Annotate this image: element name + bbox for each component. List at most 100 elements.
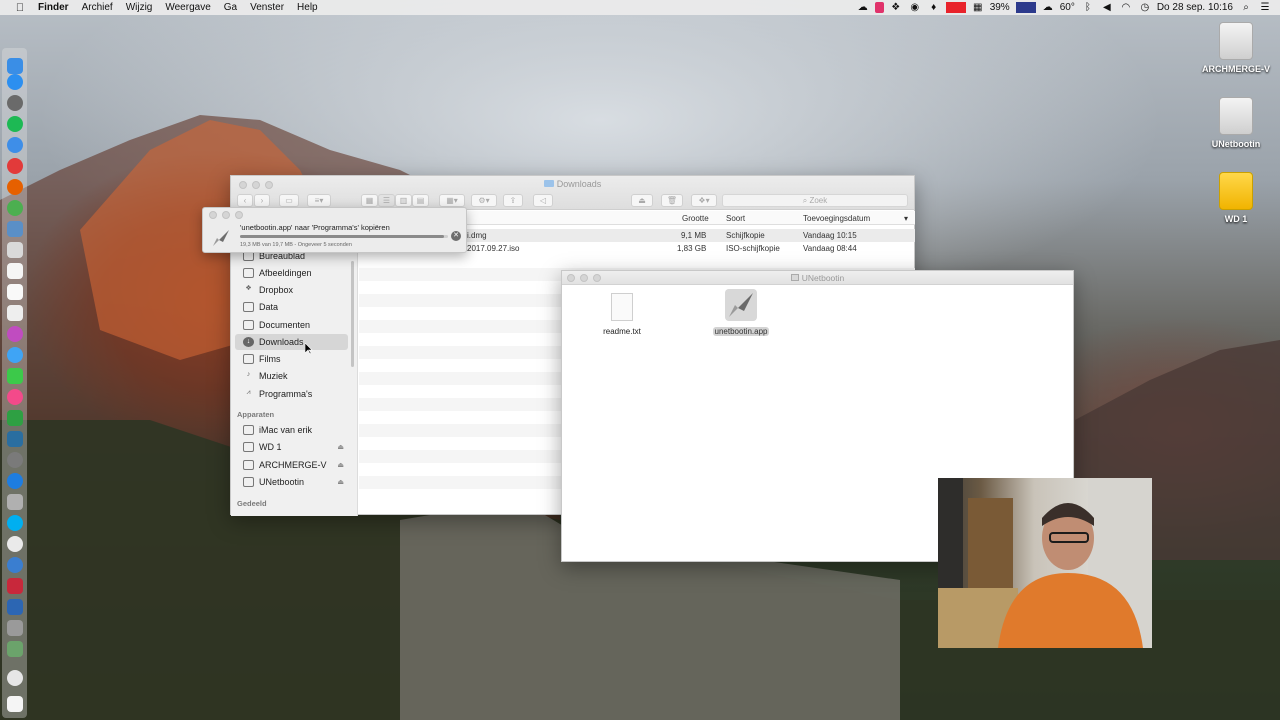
textedit-icon[interactable] <box>7 305 23 321</box>
launchpad-icon[interactable] <box>7 95 23 111</box>
time-machine-icon[interactable]: ◷ <box>1138 2 1152 13</box>
printer-icon[interactable] <box>7 494 23 510</box>
file-readme[interactable]: readme.txt <box>587 293 657 336</box>
colorsync-icon[interactable] <box>7 326 23 342</box>
menu-venster[interactable]: Venster <box>250 2 284 13</box>
messages-icon[interactable] <box>7 347 23 363</box>
notes-icon[interactable] <box>7 284 23 300</box>
wifi-icon[interactable]: ◠ <box>1119 2 1133 13</box>
trash-icon[interactable] <box>7 696 23 712</box>
eject-icon[interactable]: ⏏ <box>337 478 344 486</box>
file-unetbootin-app[interactable]: unetbootin.app <box>706 289 776 337</box>
itunes-icon[interactable] <box>7 389 23 405</box>
menu-finder[interactable]: Finder <box>38 2 69 13</box>
column-header-date[interactable]: Toevoegingsdatum <box>803 214 870 223</box>
apple-menu-icon[interactable]:  <box>12 2 28 14</box>
sidebar-item-data[interactable]: Data <box>235 299 348 315</box>
teamviewer-icon[interactable] <box>7 473 23 489</box>
action-gear-button[interactable]: ⚙▾ <box>471 194 497 207</box>
cloud-icon[interactable]: ☁ <box>856 2 870 13</box>
bluetooth-icon[interactable]: ᛒ <box>1081 2 1095 13</box>
vivaldi-icon[interactable] <box>7 158 23 174</box>
downloads-stack-icon[interactable] <box>7 670 23 686</box>
arrange-button[interactable]: ≡▾ <box>307 194 331 207</box>
spotify-icon[interactable] <box>7 116 23 132</box>
temperature[interactable]: 60° <box>1060 2 1075 13</box>
sidebar-item-documenten[interactable]: Documenten <box>235 317 348 333</box>
menu-archief[interactable]: Archief <box>82 2 113 13</box>
sidebar-item-archmerge[interactable]: ARCHMERGE-V ⏏ <box>235 457 348 473</box>
sidebar-item-dropbox[interactable]: ❖ Dropbox <box>235 282 348 298</box>
group-button[interactable]: ▦▾ <box>439 194 465 207</box>
sidebar-item-afbeeldingen[interactable]: Afbeeldingen <box>235 265 348 281</box>
camtasia-icon[interactable] <box>7 410 23 426</box>
sidebar-item-downloads[interactable]: ↓ Downloads <box>235 334 348 350</box>
volume-icon[interactable]: ◀ <box>1100 2 1114 13</box>
sort-chevron-icon[interactable]: ▾ <box>904 214 908 223</box>
tags-button[interactable]: ◁ <box>533 194 553 207</box>
sidebar-item-muziek[interactable]: ♪ Muziek <box>235 368 348 384</box>
forward-button[interactable]: › <box>254 194 270 207</box>
parallels-icon[interactable] <box>7 578 23 594</box>
dropbox-button[interactable]: ❖▾ <box>691 194 717 207</box>
menu-weergave[interactable]: Weergave <box>165 2 210 13</box>
sync-icon[interactable]: ◉ <box>908 2 922 13</box>
safari-icon[interactable] <box>7 137 23 153</box>
sidebar-item-wd1[interactable]: WD 1 ⏏ <box>235 439 348 455</box>
unetbootin-dock-icon[interactable] <box>7 536 23 552</box>
menu-wijzig[interactable]: Wijzig <box>126 2 153 13</box>
battery-percent[interactable]: 39% <box>990 2 1010 13</box>
eject-icon[interactable]: ⏏ <box>337 443 344 451</box>
calendar-icon[interactable] <box>7 263 23 279</box>
menu-help[interactable]: Help <box>297 2 318 13</box>
dropbox-icon[interactable]: ❖ <box>889 2 903 13</box>
column-header-size[interactable]: Grootte <box>682 214 709 223</box>
chrome-icon[interactable] <box>7 200 23 216</box>
desktop-icon-unetbootin[interactable]: UNetbootin <box>1201 97 1271 149</box>
cpu-meter-icon[interactable] <box>945 2 966 13</box>
utility-icon[interactable] <box>7 641 23 657</box>
new-folder-button[interactable]: ▭ <box>279 194 299 207</box>
zoom-button[interactable] <box>235 211 243 219</box>
firefox-icon[interactable] <box>7 179 23 195</box>
minimize-button[interactable] <box>222 211 230 219</box>
system-preferences-icon[interactable] <box>7 452 23 468</box>
cancel-copy-button[interactable]: ✕ <box>451 231 461 241</box>
back-button[interactable]: ‹ <box>237 194 253 207</box>
icon-view-button[interactable]: ▦ <box>361 194 378 207</box>
preview-icon[interactable] <box>7 221 23 237</box>
spotlight-icon[interactable]: ⌕ <box>1239 2 1253 13</box>
photos-icon[interactable] <box>7 242 23 258</box>
desktop-icon-archmerge[interactable]: ARCHMERGE-V <box>1201 22 1271 74</box>
menu-ga[interactable]: Ga <box>224 2 237 13</box>
shield-icon[interactable]: ♦ <box>927 2 941 13</box>
record-icon[interactable] <box>874 2 884 13</box>
eject-icon[interactable]: ⏏ <box>337 461 344 469</box>
sidebar-scrollbar[interactable] <box>351 261 354 367</box>
delete-button[interactable]: 🗑 <box>661 194 683 207</box>
app-store-icon[interactable] <box>7 74 23 90</box>
column-view-button[interactable]: ▥ <box>395 194 412 207</box>
sidebar-item-films[interactable]: Films <box>235 351 348 367</box>
facetime-icon[interactable] <box>7 368 23 384</box>
cube-app-icon[interactable] <box>7 620 23 636</box>
finder-icon[interactable] <box>7 58 23 74</box>
scrivener-icon[interactable] <box>7 431 23 447</box>
coverflow-view-button[interactable]: ▤ <box>412 194 429 207</box>
network-graph-icon[interactable] <box>1015 2 1036 13</box>
clock[interactable]: Do 28 sep. 10:16 <box>1157 2 1233 13</box>
network-utility-icon[interactable] <box>7 557 23 573</box>
virtualbox-icon[interactable] <box>7 599 23 615</box>
sidebar-item-unetbootin[interactable]: UNetbootin ⏏ <box>235 474 348 490</box>
column-header-kind[interactable]: Soort <box>726 214 745 223</box>
eject-button[interactable]: ⏏ <box>631 194 653 207</box>
memory-icon[interactable]: ▦ <box>971 2 985 13</box>
share-button[interactable]: ⇪ <box>503 194 523 207</box>
list-view-button[interactable]: ☰ <box>378 194 395 207</box>
close-button[interactable] <box>209 211 217 219</box>
search-input[interactable]: ⌕ Zoek <box>722 194 908 207</box>
desktop-icon-wd1[interactable]: WD 1 <box>1201 172 1271 224</box>
weather-icon[interactable]: ☁ <box>1041 2 1055 13</box>
skype-icon[interactable] <box>7 515 23 531</box>
notification-center-icon[interactable]: ☰ <box>1258 2 1272 13</box>
